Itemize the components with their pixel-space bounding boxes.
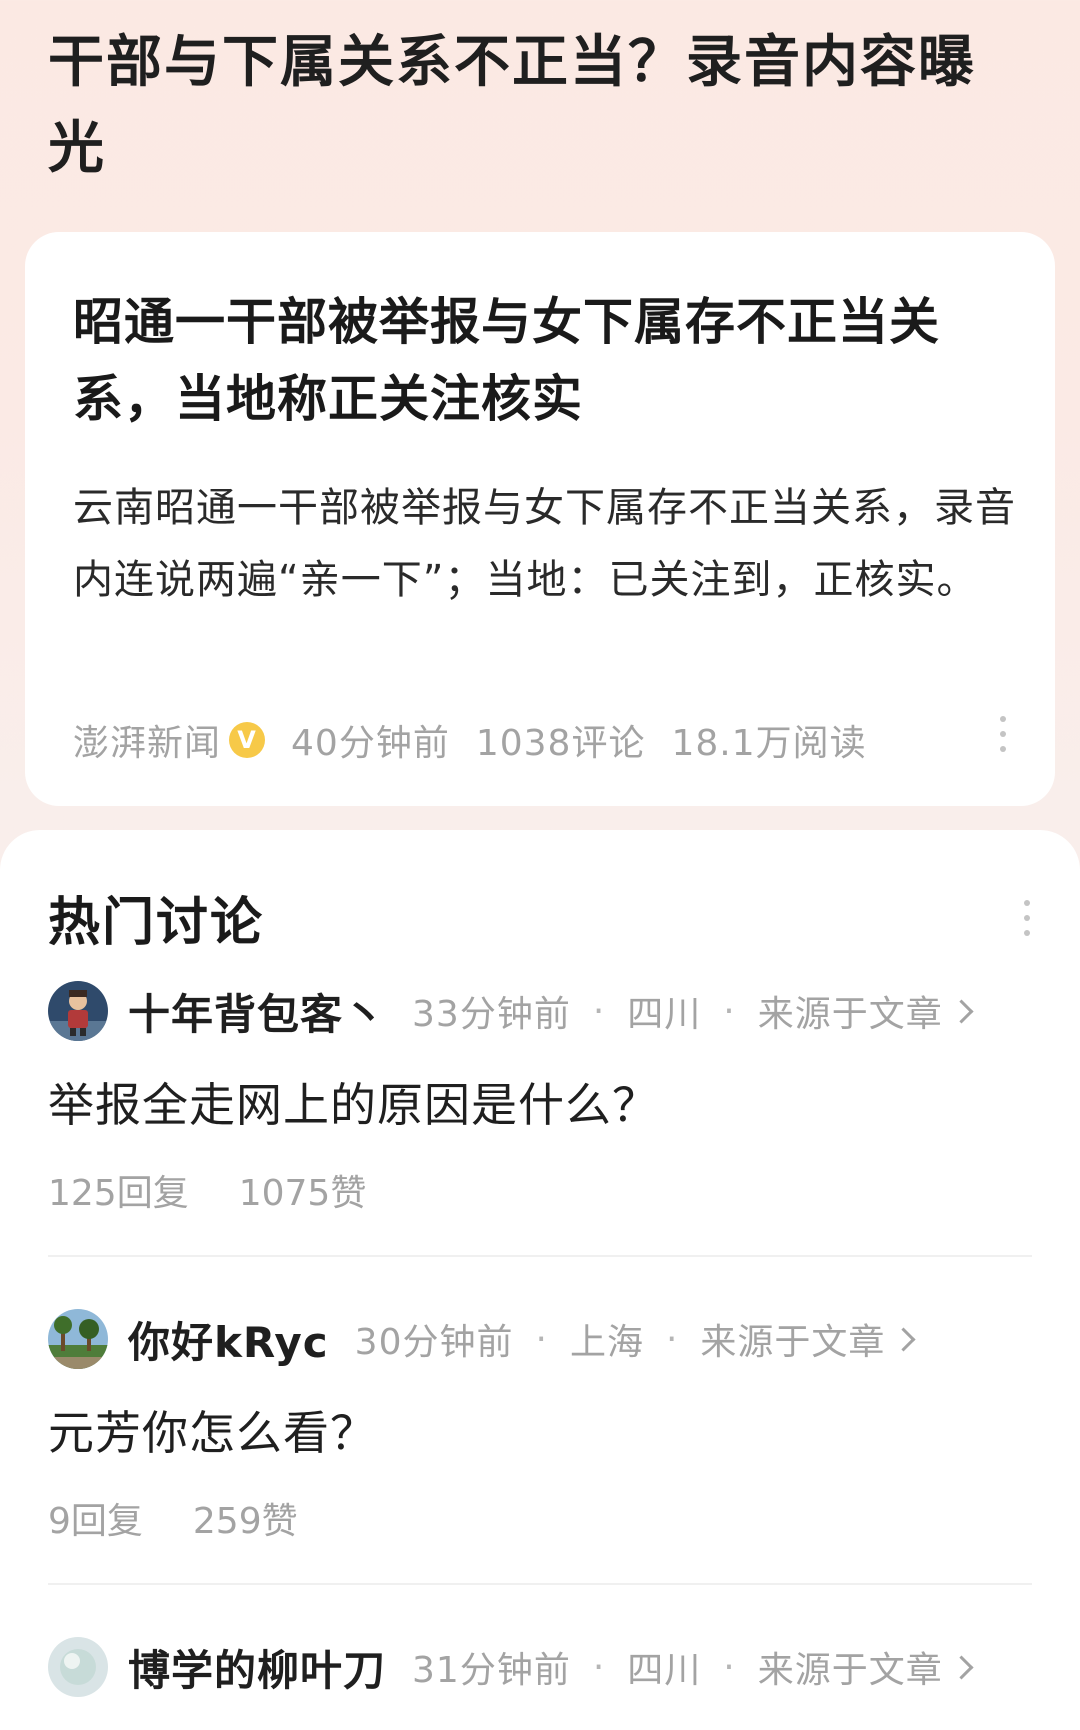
comment-text[interactable]: 举报全走网上的原因是什么？	[48, 1072, 1032, 1138]
comment-meta: 31分钟前 · 四川 · 来源于文章	[412, 1641, 974, 1693]
comment-time: 31分钟前	[412, 1650, 571, 1691]
comment-time: 33分钟前	[412, 994, 571, 1035]
username[interactable]: 博学的柳叶刀	[128, 1637, 386, 1698]
reply-count[interactable]: 125回复	[48, 1164, 189, 1216]
article-comment-count: 1038评论	[475, 723, 646, 764]
comment-text[interactable]: 元芳你怎么看？	[48, 1400, 1032, 1466]
more-vertical-icon[interactable]	[993, 716, 1013, 752]
verified-badge-icon: V	[229, 722, 266, 758]
chevron-right-icon[interactable]	[949, 998, 974, 1024]
comment-stats: 125回复 1075赞	[48, 1164, 1032, 1216]
article-source[interactable]: 澎湃新闻	[73, 714, 221, 766]
avatar[interactable]	[48, 981, 108, 1041]
source-link[interactable]: 来源于文章	[758, 985, 943, 1037]
source-link[interactable]: 来源于文章	[700, 1313, 885, 1365]
article-meta: 澎湃新闻 V 40分钟前 1038评论 18.1万阅读	[73, 710, 867, 770]
reply-count[interactable]: 9回复	[48, 1492, 143, 1544]
comment-item[interactable]: 博学的柳叶刀 31分钟前 · 四川 · 来源于文章	[48, 1636, 1032, 1698]
comment-location: 四川	[627, 1650, 702, 1691]
section-title: 热门讨论	[48, 893, 265, 953]
page-title: 干部与下属关系不正当？录音内容曝光	[48, 30, 976, 181]
article-title[interactable]: 昭通一干部被举报与女下属存不正当关系，当地称正关注核实	[73, 284, 1023, 438]
separator: ·	[723, 1646, 736, 1688]
comment-header: 博学的柳叶刀 31分钟前 · 四川 · 来源于文章	[48, 1636, 1032, 1698]
comment-item[interactable]: 你好kRyc 30分钟前 · 上海 · 来源于文章 元芳你怎么看？ 9回复 25…	[48, 1308, 1032, 1544]
separator: ·	[665, 1318, 679, 1360]
avatar[interactable]	[48, 1309, 108, 1369]
chevron-right-icon[interactable]	[949, 1654, 974, 1680]
article-read-count: 18.1万阅读	[671, 723, 867, 764]
comment-item[interactable]: 十年背包客丶 33分钟前 · 四川 · 来源于文章 举报全走网上的原因是什么？ …	[48, 980, 1032, 1216]
article-card[interactable]: 昭通一干部被举报与女下属存不正当关系，当地称正关注核实 云南昭通一干部被举报与女…	[25, 232, 1055, 806]
separator: ·	[592, 1646, 606, 1688]
divider	[48, 1583, 1032, 1585]
article-summary: 云南昭通一干部被举报与女下属存不正当关系，录音内连说两遍“亲一下”；当地：已关注…	[73, 485, 1016, 603]
comment-location: 上海	[569, 1322, 644, 1363]
source-link[interactable]: 来源于文章	[758, 1641, 943, 1693]
comment-stats: 9回复 259赞	[48, 1492, 1032, 1544]
separator: ·	[592, 990, 606, 1032]
like-count[interactable]: 1075赞	[239, 1164, 367, 1216]
avatar[interactable]	[48, 1637, 108, 1697]
comment-header: 你好kRyc 30分钟前 · 上海 · 来源于文章	[48, 1308, 1032, 1370]
comment-meta: 33分钟前 · 四川 · 来源于文章	[412, 985, 974, 1037]
separator: ·	[535, 1318, 548, 1360]
comment-location: 四川	[627, 994, 702, 1035]
article-time: 40分钟前	[291, 723, 450, 764]
comment-meta: 30分钟前 · 上海 · 来源于文章	[354, 1313, 916, 1365]
username[interactable]: 你好kRyc	[128, 1309, 329, 1370]
username[interactable]: 十年背包客丶	[128, 981, 386, 1042]
separator: ·	[723, 990, 736, 1032]
more-vertical-icon[interactable]	[1017, 900, 1037, 936]
chevron-right-icon[interactable]	[891, 1326, 916, 1352]
hot-discussion-panel: 热门讨论 十年背包客丶 33分钟前 · 四川 · 来源于文章 举报全走网上的原因…	[0, 830, 1080, 1730]
comment-time: 30分钟前	[354, 1322, 514, 1363]
like-count[interactable]: 259赞	[193, 1492, 298, 1544]
comment-header: 十年背包客丶 33分钟前 · 四川 · 来源于文章	[48, 980, 1032, 1042]
divider	[48, 1255, 1032, 1257]
